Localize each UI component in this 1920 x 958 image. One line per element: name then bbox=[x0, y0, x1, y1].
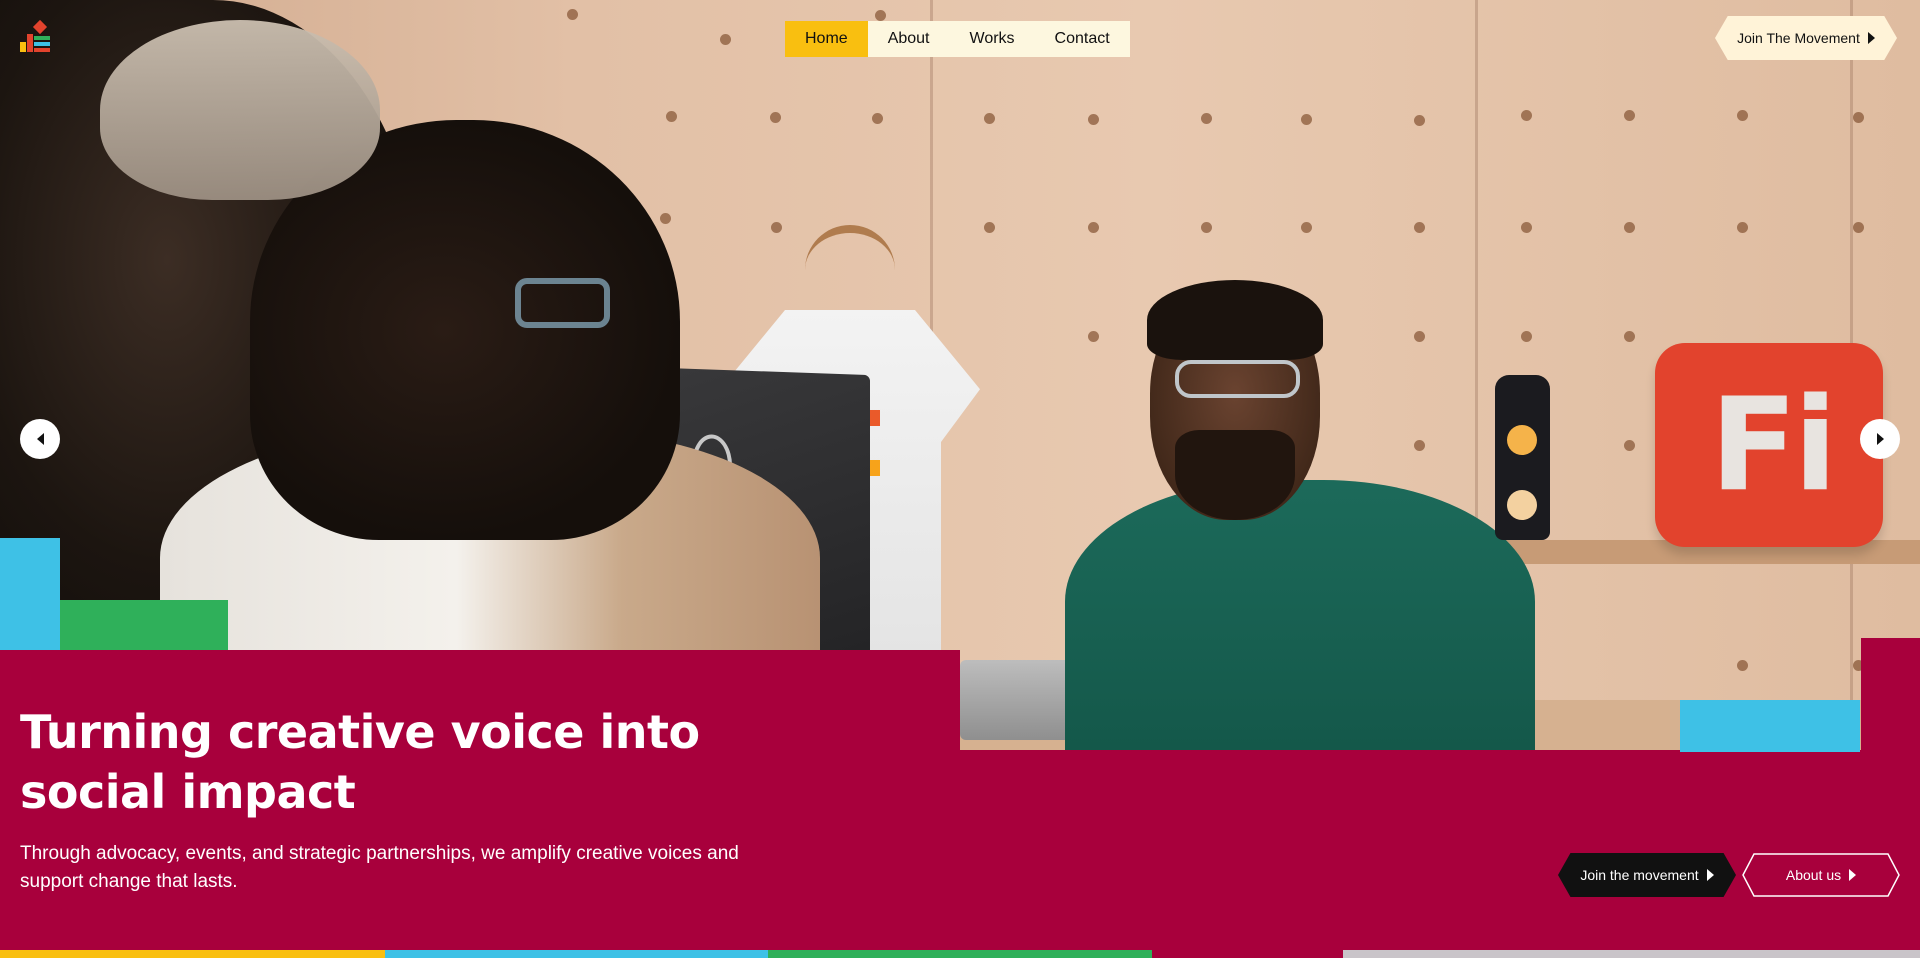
join-the-movement-cta[interactable]: Join the movement bbox=[1558, 853, 1736, 897]
chevron-right-icon bbox=[1876, 433, 1884, 445]
nav-item-about[interactable]: About bbox=[868, 21, 950, 57]
play-icon bbox=[1706, 869, 1714, 881]
nav-item-home[interactable]: Home bbox=[785, 21, 868, 57]
nav-item-works[interactable]: Works bbox=[950, 21, 1035, 57]
fi-sign: Fi bbox=[1655, 343, 1883, 547]
bottom-strip-green bbox=[768, 950, 1152, 958]
join-cta-label: Join the movement bbox=[1580, 867, 1699, 883]
play-icon bbox=[1849, 869, 1857, 881]
bottom-strip-gray bbox=[1343, 950, 1920, 958]
play-icon bbox=[1867, 32, 1875, 44]
bottom-strip-yellow bbox=[0, 950, 385, 958]
about-us-button[interactable]: About us bbox=[1742, 853, 1900, 897]
logo-icon[interactable] bbox=[20, 19, 52, 56]
hero-title: Turning creative voice into social impac… bbox=[20, 705, 700, 819]
cyan-block-left bbox=[0, 538, 60, 650]
nav-item-contact[interactable]: Contact bbox=[1035, 21, 1130, 57]
green-block-left bbox=[60, 600, 228, 650]
crimson-block-right bbox=[1861, 638, 1920, 750]
hero-image: Fi bbox=[0, 0, 1920, 750]
cyan-block-right bbox=[1680, 700, 1860, 752]
hero-subtitle: Through advocacy, events, and strategic … bbox=[20, 843, 739, 892]
main-nav: Home About Works Contact bbox=[785, 21, 1130, 57]
chevron-left-icon bbox=[36, 433, 44, 445]
carousel-next-button[interactable] bbox=[1860, 419, 1900, 459]
about-us-label: About us bbox=[1785, 867, 1842, 883]
join-the-movement-button[interactable]: Join The Movement bbox=[1715, 16, 1897, 60]
carousel-prev-button[interactable] bbox=[20, 419, 60, 459]
join-the-movement-label: Join The Movement bbox=[1737, 30, 1860, 46]
bottom-strip-cyan bbox=[385, 950, 768, 958]
